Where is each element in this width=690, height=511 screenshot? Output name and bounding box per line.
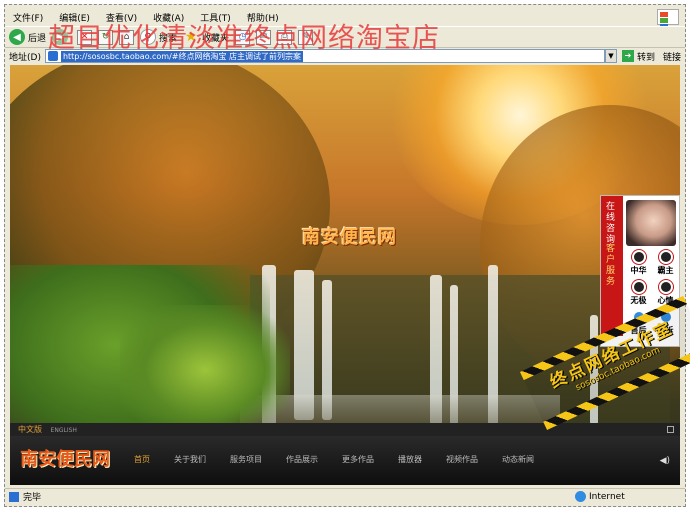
qq-penguin-icon — [631, 280, 646, 294]
agent-name: 无极 — [630, 296, 647, 305]
menu-file[interactable]: 文件(F) — [13, 11, 43, 24]
green-foliage — [120, 305, 290, 435]
go-arrow-icon: ➔ — [621, 50, 634, 62]
toolbar: ◀ 后退 ▶ ✕ ↻ ⌂ ⚲ 搜索 ★ 收藏夹 ◷ ✉ ⎙ ✎ — [5, 26, 685, 48]
refresh-button[interactable]: ↻ — [98, 29, 114, 45]
search-icon: ⚲ — [140, 29, 157, 45]
lang-english[interactable]: ENGLISH — [51, 427, 77, 434]
nav-player[interactable]: 播放器 — [398, 454, 422, 465]
menu-view[interactable]: 查看(V) — [106, 11, 137, 24]
home-button[interactable]: ⌂ — [119, 29, 135, 45]
qq-penguin-icon — [631, 250, 646, 264]
nav-services[interactable]: 服务项目 — [230, 454, 262, 465]
back-arrow-icon: ◀ — [9, 29, 25, 45]
zone-label: Internet — [589, 491, 625, 502]
favorites-button[interactable]: ★ 收藏夹 — [183, 29, 229, 45]
security-zone: Internet — [575, 491, 625, 502]
star-icon: ★ — [184, 29, 198, 45]
back-label: 后退 — [28, 33, 47, 44]
nav-videos[interactable]: 视频作品 — [446, 454, 478, 465]
forward-arrow-icon: ▶ — [52, 29, 69, 45]
qq-penguin-icon — [658, 250, 673, 264]
nav-news[interactable]: 动态新闻 — [502, 454, 534, 465]
menu-tools[interactable]: 工具(T) — [200, 11, 231, 24]
windows-logo-icon — [657, 9, 679, 35]
edit-button[interactable]: ✎ — [298, 29, 314, 45]
service-subtitle: 客户服务 — [606, 244, 616, 287]
back-button[interactable]: ◀ 后退 — [9, 29, 46, 45]
favorites-label: 收藏夹 — [202, 33, 230, 44]
window-icon[interactable] — [667, 426, 674, 433]
agent-name: 中华 — [630, 266, 647, 275]
mail-button[interactable]: ✉ — [256, 29, 272, 45]
menu-edit[interactable]: 编辑(E) — [59, 11, 90, 24]
address-label: 地址(D) — [9, 52, 41, 63]
nav-items: 首页 关于我们 服务项目 作品展示 更多作品 播放器 视频作品 动态新闻 — [134, 454, 558, 465]
lang-chinese[interactable]: 中文版 — [18, 425, 42, 434]
history-button[interactable]: ◷ — [235, 29, 251, 45]
agent-avatar — [626, 200, 676, 246]
search-button[interactable]: ⚲ 搜索 — [140, 29, 177, 45]
speaker-icon[interactable]: ◀) — [660, 456, 670, 466]
site-navigation: 南安便民网 首页 关于我们 服务项目 作品展示 更多作品 播放器 视频作品 动态… — [10, 436, 680, 485]
agent-item[interactable]: 无极 — [625, 280, 652, 310]
globe-icon — [575, 491, 586, 502]
print-button[interactable]: ⎙ — [277, 29, 293, 45]
menu-favorites[interactable]: 收藏(A) — [153, 11, 184, 24]
go-button[interactable]: ➔ 转到 — [621, 50, 655, 63]
address-url: http://sososbc.taobao.com/#终点网络淘宝 店主调试了前… — [60, 50, 304, 62]
nav-works[interactable]: 作品展示 — [286, 454, 318, 465]
stop-button[interactable]: ✕ — [77, 29, 93, 45]
status-bar: 完毕 Internet — [5, 488, 685, 504]
search-label: 搜索 — [159, 33, 178, 44]
service-tab[interactable]: 在线咨询 客户服务 — [601, 196, 623, 336]
menu-bar: 文件(F) 编辑(E) 查看(V) 收藏(A) 工具(T) 帮助(H) — [5, 8, 685, 35]
qq-penguin-icon — [658, 280, 673, 294]
menu-help[interactable]: 帮助(H) — [247, 11, 279, 24]
nav-more-works[interactable]: 更多作品 — [342, 454, 374, 465]
service-title: 在线咨询 — [606, 202, 616, 245]
forward-button[interactable]: ▶ — [52, 29, 71, 45]
nav-home[interactable]: 首页 — [134, 454, 150, 465]
site-logo[interactable]: 南安便民网 — [302, 223, 397, 249]
address-bar: 地址(D) http://sososbc.taobao.com/#终点网络淘宝 … — [5, 48, 685, 64]
address-dropdown-icon[interactable]: ▼ — [604, 49, 617, 63]
go-label: 转到 — [636, 52, 655, 63]
agent-item[interactable]: 霸主 — [652, 250, 679, 280]
links-button[interactable]: 链接 — [663, 50, 681, 63]
page-status-icon — [9, 491, 19, 502]
page-icon — [47, 51, 58, 61]
address-input[interactable]: http://sososbc.taobao.com/#终点网络淘宝 店主调试了前… — [44, 49, 605, 63]
status-text: 完毕 — [23, 493, 42, 503]
nav-about[interactable]: 关于我们 — [174, 454, 206, 465]
agent-name: 霸主 — [657, 266, 674, 275]
agent-item[interactable]: 中华 — [625, 250, 652, 280]
footer-logo[interactable]: 南安便民网 — [20, 445, 110, 471]
